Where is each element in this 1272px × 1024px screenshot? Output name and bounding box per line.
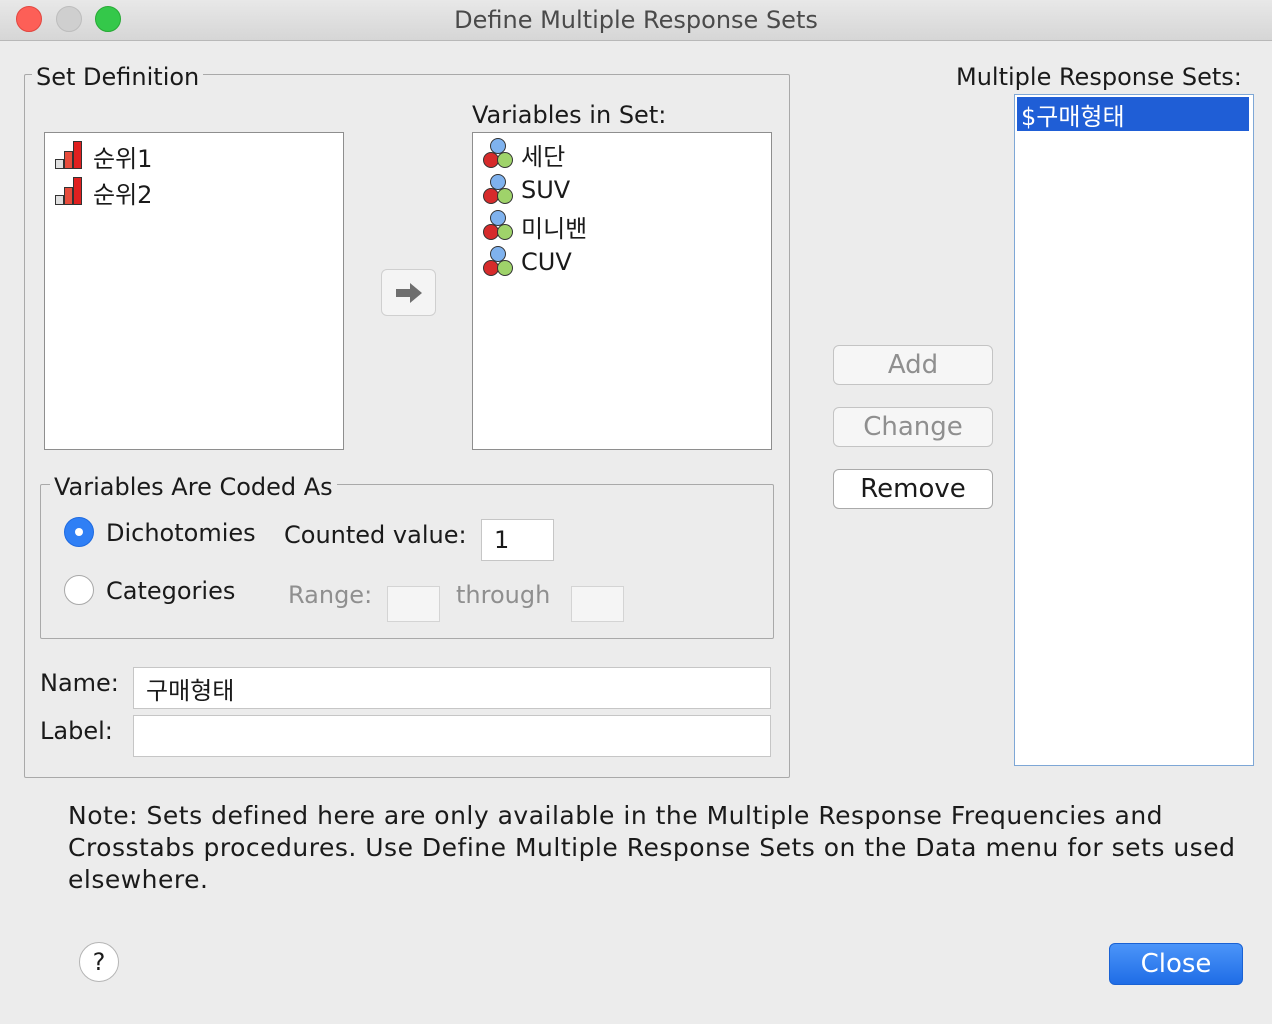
list-item[interactable]: CUV: [481, 244, 572, 280]
nominal-icon: [481, 244, 513, 280]
available-variables-list[interactable]: 순위1 순위2: [44, 132, 344, 450]
through-label: through: [456, 581, 551, 609]
add-button[interactable]: Add: [833, 345, 993, 385]
multiple-response-sets-list[interactable]: $구매형태: [1014, 94, 1254, 766]
label-input[interactable]: [133, 715, 771, 757]
ordinal-bar-icon: [53, 177, 85, 207]
range-label: Range:: [288, 581, 373, 609]
list-item[interactable]: 세단: [481, 136, 566, 172]
counted-value-label: Counted value:: [284, 521, 467, 549]
list-item[interactable]: 미니밴: [481, 208, 588, 244]
nominal-icon: [481, 208, 513, 244]
range-from-input[interactable]: [387, 586, 440, 622]
counted-value-input[interactable]: 1: [481, 519, 554, 561]
coded-as-title: Variables Are Coded As: [50, 473, 337, 501]
list-item[interactable]: 순위1: [53, 141, 153, 173]
remove-button[interactable]: Remove: [833, 469, 993, 509]
variable-label: SUV: [521, 176, 571, 204]
name-input[interactable]: 구매형태: [133, 667, 771, 709]
list-item[interactable]: $구매형태: [1017, 97, 1249, 131]
nominal-icon: [481, 136, 513, 172]
close-button[interactable]: Close: [1109, 943, 1243, 985]
set-definition-title: Set Definition: [32, 63, 204, 91]
variable-label: 세단: [521, 142, 566, 171]
variable-label: 미니밴: [521, 214, 588, 243]
title-bar: Define Multiple Response Sets: [0, 0, 1272, 41]
variables-in-set-label: Variables in Set:: [472, 101, 667, 129]
variable-label: 순위2: [93, 180, 153, 209]
categories-radio[interactable]: [64, 575, 94, 605]
dichotomies-radio[interactable]: [64, 517, 94, 547]
move-to-set-button[interactable]: [381, 269, 436, 316]
label-label: Label:: [40, 717, 113, 745]
categories-label[interactable]: Categories: [106, 577, 235, 605]
list-item[interactable]: SUV: [481, 172, 571, 208]
right-arrow-icon: [395, 282, 422, 303]
variables-in-set-list[interactable]: 세단 SUV 미니밴 CUV: [472, 132, 772, 450]
multiple-response-sets-label: Multiple Response Sets:: [956, 63, 1242, 91]
nominal-icon: [481, 172, 513, 208]
list-item[interactable]: 순위2: [53, 177, 153, 209]
change-button[interactable]: Change: [833, 407, 993, 447]
ordinal-bar-icon: [53, 141, 85, 171]
name-label: Name:: [40, 669, 119, 697]
window-title: Define Multiple Response Sets: [454, 6, 818, 34]
variable-label: 순위1: [93, 144, 153, 173]
help-button[interactable]: ?: [79, 942, 119, 982]
range-to-input[interactable]: [571, 586, 624, 622]
variable-label: CUV: [521, 248, 572, 276]
note-text: Note: Sets defined here are only availab…: [68, 801, 1236, 894]
dichotomies-label[interactable]: Dichotomies: [106, 519, 256, 547]
